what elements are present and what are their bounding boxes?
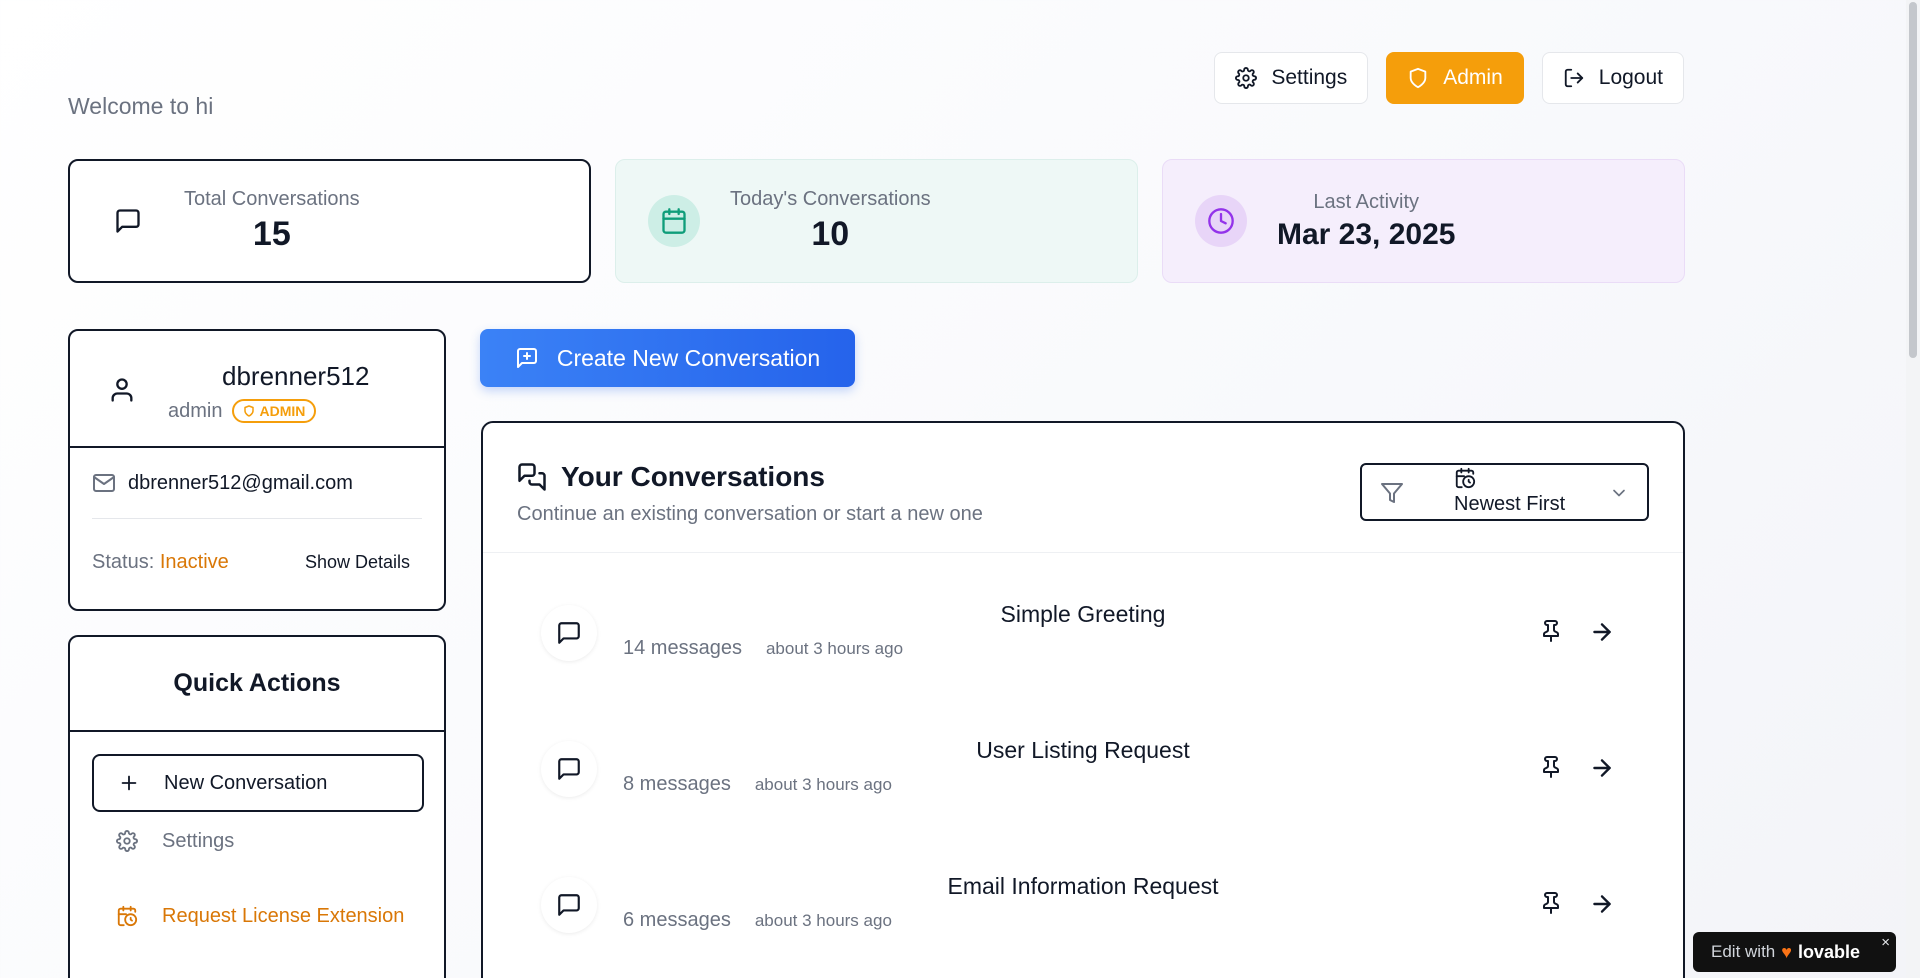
stat-card-last-activity: Last Activity Mar 23, 2025 [1162,159,1685,283]
filter-icon [1381,483,1403,503]
shield-icon [244,405,255,417]
conversation-time: about 3 hours ago [765,639,904,658]
welcome-text: Welcome to hi [68,93,214,119]
quick-actions-card: Quick Actions New Conversation Settings … [68,635,446,978]
conversations-panel: Your Conversations Continue an existing … [481,421,1685,978]
conversation-title: User Listing Request [976,737,1190,763]
quick-settings-button[interactable]: Settings [92,812,424,870]
arrow-right-icon[interactable] [1589,891,1615,917]
username: dbrenner512 [222,361,370,391]
logout-icon [1564,68,1583,88]
logout-button[interactable]: Logout [1541,52,1684,104]
messages-icon [518,463,546,491]
shield-icon [1409,67,1427,89]
admin-badge: ADMIN [232,399,317,423]
calendar-clock-icon [1455,467,1476,489]
user-role: admin [168,399,223,422]
status-value: Inactive [159,551,229,573]
arrow-right-icon[interactable] [1589,619,1615,645]
mail-icon [93,474,115,492]
stat-value: 15 [252,215,291,253]
conversations-subtitle: Continue an existing conversation or sta… [517,503,983,525]
conversation-title: Email Information Request [947,873,1219,899]
divider [92,518,422,519]
plus-icon [121,775,137,791]
stat-label: Last Activity [1313,190,1420,213]
message-plus-icon [516,348,537,368]
message-count: 14 messages [623,637,742,659]
conversation-item[interactable]: Email Information Request 6 messages abo… [541,857,1625,977]
pin-icon[interactable] [1539,755,1563,779]
calendar-icon [662,208,686,234]
stat-value: Mar 23, 2025 [1277,217,1456,251]
lovable-brand: lovable [1797,941,1860,962]
arrow-right-icon[interactable] [1589,755,1615,781]
message-square-icon [116,209,140,233]
message-count: 6 messages [623,909,731,931]
stat-value: 10 [811,215,850,253]
app-page: Welcome to hi Settings Admin Logout Tota… [0,0,1920,978]
logout-button-label: Logout [1598,66,1663,89]
request-license-extension-button[interactable]: Request License Extension [92,887,424,945]
conversation-item[interactable]: User Listing Request 8 messages about 3 … [541,721,1625,841]
conversation-time: about 3 hours ago [754,911,892,930]
scrollbar[interactable] [1906,0,1920,978]
sort-selected-value: Newest First [1454,493,1566,515]
calendar-clock-icon [117,905,138,927]
message-count: 8 messages [623,773,731,795]
gear-icon [116,830,138,852]
chevron-down-icon [1613,489,1625,497]
sort-select[interactable]: Newest First [1360,463,1649,521]
stat-card-total: Total Conversations 15 [68,159,591,283]
pin-icon[interactable] [1539,891,1563,915]
user-icon [111,378,133,402]
lovable-badge[interactable]: Edit with ♥ lovable × [1693,932,1896,972]
heart-icon: ♥ [1781,941,1792,962]
quick-actions-title: Quick Actions [70,637,444,732]
status-text: Status: Inactive [92,551,229,573]
scrollbar-thumb[interactable] [1909,2,1917,358]
stat-card-today: Today's Conversations 10 [615,159,1138,283]
conversation-title: Simple Greeting [1000,601,1166,627]
email-row: dbrenner512@gmail.com [92,471,353,495]
show-details-button[interactable]: Show Details [305,552,410,573]
admin-button-label: Admin [1443,66,1503,89]
lovable-edit-text: Edit with [1711,942,1776,961]
new-conversation-button[interactable]: New Conversation [92,754,424,812]
settings-button[interactable]: Settings [1214,52,1369,104]
gear-icon [1235,67,1258,89]
top-actions: Settings Admin Logout [1214,52,1684,104]
stat-label: Total Conversations [184,188,360,210]
stat-label: Today's Conversations [730,188,931,210]
close-icon[interactable]: × [1881,934,1890,951]
pin-icon[interactable] [1539,619,1563,643]
conversations-title: Your Conversations [561,461,825,492]
conversation-time: about 3 hours ago [754,775,892,794]
conversation-item[interactable]: Simple Greeting 14 messages about 3 hour… [541,585,1625,705]
user-email: dbrenner512@gmail.com [128,471,353,494]
clock-icon [1208,208,1234,234]
settings-button-label: Settings [1271,66,1348,89]
profile-card: dbrenner512 admin ADMIN dbrenner512@gmai… [68,329,446,611]
admin-button[interactable]: Admin [1386,52,1524,104]
create-new-conversation-button[interactable]: Create New Conversation [480,329,855,387]
